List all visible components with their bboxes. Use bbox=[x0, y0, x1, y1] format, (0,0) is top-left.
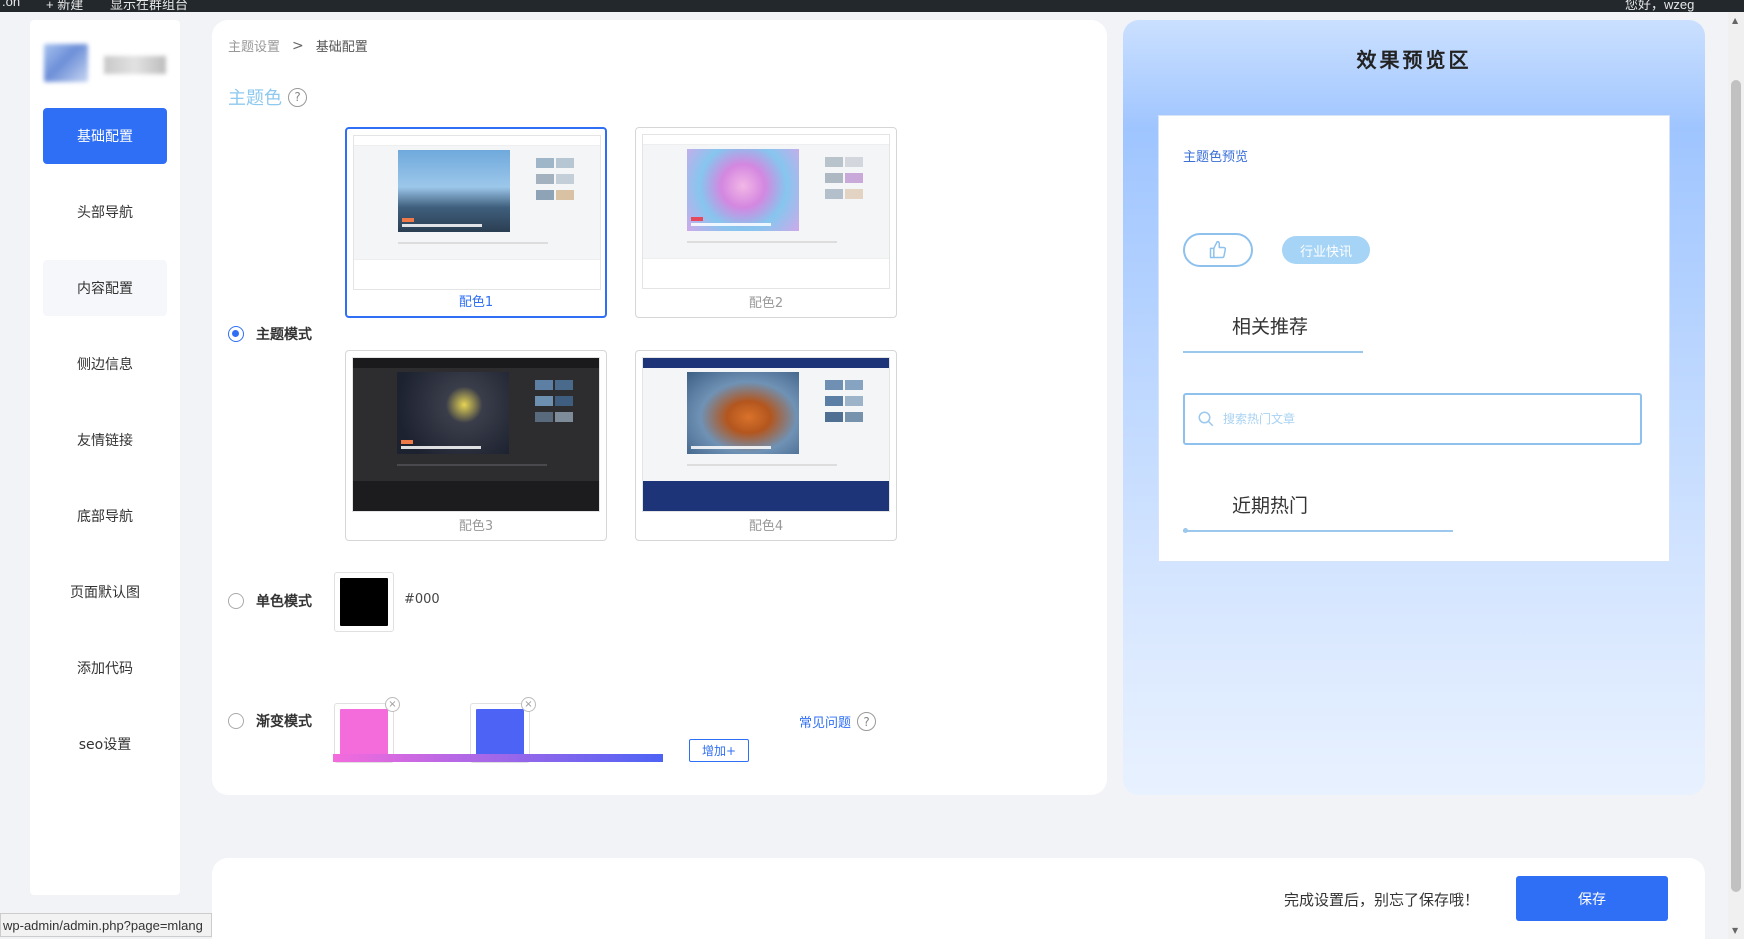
faq-link[interactable]: 常见问题 ? bbox=[799, 712, 877, 731]
industry-news-tag[interactable]: 行业快讯 bbox=[1282, 236, 1370, 264]
section-title-text: 主题色 bbox=[228, 88, 282, 109]
hot-heading: 近期热门 bbox=[1232, 495, 1309, 517]
help-icon[interactable]: ? bbox=[857, 712, 877, 731]
solid-mode-label: 单色模式 bbox=[256, 594, 312, 610]
add-color-button[interactable]: 增加+ bbox=[689, 739, 749, 762]
sidebar-item-seo[interactable]: seo设置 bbox=[43, 716, 167, 772]
theme-caption-3: 配色3 bbox=[458, 519, 494, 534]
breadcrumb-current: 基础配置 bbox=[315, 40, 368, 55]
help-icon[interactable]: ? bbox=[288, 87, 307, 107]
related-underline bbox=[1183, 351, 1363, 353]
gradient-mode-option[interactable]: 渐变模式 bbox=[228, 711, 312, 731]
remove-color-1-icon[interactable]: × bbox=[385, 697, 400, 712]
theme-caption-1: 配色1 bbox=[458, 295, 494, 310]
hot-underline bbox=[1183, 530, 1453, 532]
search-input[interactable] bbox=[1223, 407, 1623, 431]
scroll-up-icon[interactable]: ▲ bbox=[1732, 16, 1738, 25]
sidebar-item-header-nav[interactable]: 头部导航 bbox=[43, 184, 167, 240]
theme-card-1[interactable]: 配色1 bbox=[345, 127, 607, 318]
sidebar-item-side-info[interactable]: 侧边信息 bbox=[43, 336, 167, 392]
solid-color-hex: #000 bbox=[404, 592, 440, 607]
solid-mode-radio[interactable] bbox=[228, 593, 244, 609]
save-button[interactable]: 保存 bbox=[1516, 876, 1668, 921]
sidebar-item-basic-config[interactable]: 基础配置 bbox=[43, 108, 167, 164]
settings-sidebar: 基础配置 头部导航 内容配置 侧边信息 友情链接 底部导航 页面默认图 添加代码… bbox=[30, 20, 180, 895]
theme-mode-radio[interactable] bbox=[228, 326, 244, 342]
preview-card: 主题色预览 行业快讯 相关推荐 近期热门 bbox=[1158, 115, 1670, 562]
theme-caption-2: 配色2 bbox=[748, 296, 784, 311]
footer-bar: 完成设置后，别忘了保存哦！ 保存 bbox=[212, 858, 1705, 939]
breadcrumb-parent[interactable]: 主题设置 bbox=[228, 36, 280, 55]
gradient-preview-bar bbox=[333, 754, 663, 762]
theme-preview-thumbnail-3 bbox=[352, 357, 600, 512]
admin-bar-new[interactable]: + 新建 bbox=[46, 0, 83, 12]
main-panel: 主题设置 > 基础配置 主题色 ? 主题模式 配色1 配色2 配色3 配色4 单… bbox=[212, 20, 1107, 795]
theme-card-2[interactable]: 配色2 bbox=[635, 127, 897, 318]
save-reminder: 完成设置后，别忘了保存哦！ bbox=[1284, 891, 1480, 909]
breadcrumb: 主题设置 > 基础配置 bbox=[228, 36, 368, 56]
preview-panel: 效果预览区 主题色预览 行业快讯 相关推荐 近期热门 bbox=[1123, 20, 1705, 795]
theme-mode-option[interactable]: 主题模式 bbox=[228, 324, 312, 344]
admin-bar-item[interactable]: 显示在群组台 bbox=[110, 0, 188, 12]
preview-title: 效果预览区 bbox=[1356, 48, 1472, 72]
theme-color-preview-label: 主题色预览 bbox=[1183, 150, 1249, 165]
related-heading: 相关推荐 bbox=[1232, 316, 1309, 338]
remove-color-2-icon[interactable]: × bbox=[521, 697, 536, 712]
gradient-mode-label: 渐变模式 bbox=[256, 714, 312, 730]
theme-preview-thumbnail-2 bbox=[642, 134, 890, 289]
theme-mode-label: 主题模式 bbox=[256, 327, 312, 343]
faq-link-text[interactable]: 常见问题 bbox=[799, 712, 851, 731]
solid-mode-option[interactable]: 单色模式 bbox=[228, 591, 312, 611]
theme-preview-thumbnail-4 bbox=[642, 357, 890, 512]
theme-caption-4: 配色4 bbox=[748, 519, 784, 534]
like-button[interactable] bbox=[1183, 233, 1253, 267]
solid-color-swatch bbox=[340, 578, 388, 626]
thumbs-up-icon bbox=[1209, 240, 1227, 259]
site-logo bbox=[44, 44, 169, 84]
sidebar-item-default-image[interactable]: 页面默认图 bbox=[43, 564, 167, 620]
gradient-mode-radio[interactable] bbox=[228, 713, 244, 729]
status-url-tooltip: wp-admin/admin.php?page=mlang bbox=[0, 913, 212, 937]
breadcrumb-separator: > bbox=[292, 37, 304, 54]
sidebar-item-add-code[interactable]: 添加代码 bbox=[43, 640, 167, 696]
search-box[interactable] bbox=[1183, 393, 1642, 445]
admin-bar: .on + 新建 显示在群组台 您好，wzeg bbox=[0, 0, 1744, 12]
theme-card-3[interactable]: 配色3 bbox=[345, 350, 607, 541]
theme-preview-thumbnail-1 bbox=[353, 135, 601, 290]
solid-color-picker[interactable] bbox=[334, 572, 394, 632]
theme-card-4[interactable]: 配色4 bbox=[635, 350, 897, 541]
sidebar-item-friend-links[interactable]: 友情链接 bbox=[43, 412, 167, 468]
page-scrollbar[interactable]: ▲ ▼ bbox=[1728, 12, 1744, 939]
admin-bar-item[interactable]: .on bbox=[2, 0, 20, 9]
search-icon bbox=[1198, 411, 1214, 427]
sidebar-item-footer-nav[interactable]: 底部导航 bbox=[43, 488, 167, 544]
section-title: 主题色 ? bbox=[228, 84, 307, 110]
scroll-down-icon[interactable]: ▼ bbox=[1732, 926, 1738, 935]
sidebar-item-content-config[interactable]: 内容配置 bbox=[43, 260, 167, 316]
gradient-color-swatch-1 bbox=[340, 709, 388, 757]
admin-bar-greeting[interactable]: 您好，wzeg bbox=[1625, 0, 1694, 12]
gradient-color-swatch-2 bbox=[476, 709, 524, 757]
scrollbar-thumb[interactable] bbox=[1731, 80, 1741, 892]
